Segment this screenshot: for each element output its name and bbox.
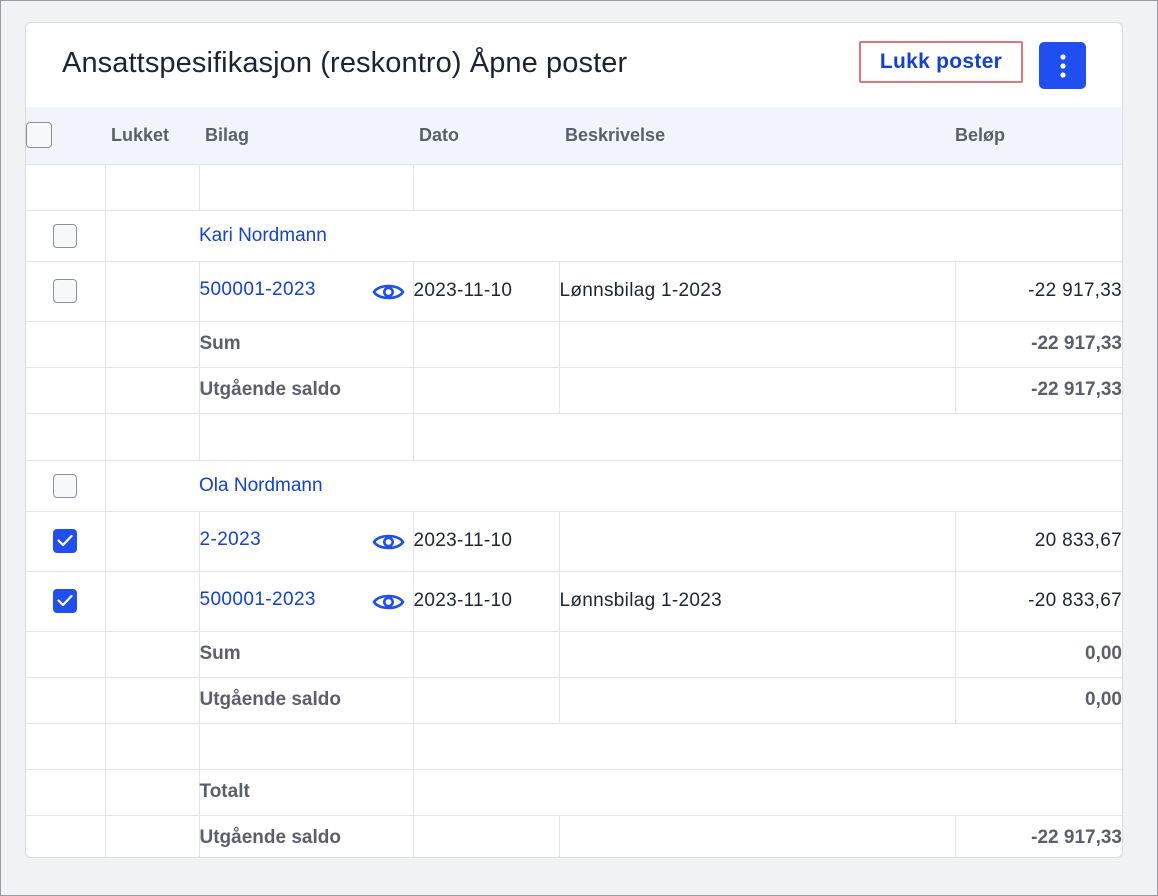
column-header-date[interactable]: Dato [413,107,559,165]
entry-description: Lønnsbilag 1-2023 [559,590,722,611]
table-header-row: Lukket Bilag Dato Beskrivelse Beløp [26,107,1122,165]
spacer-row [26,413,1122,461]
balance-row: Utgående saldo -22 917,33 [26,367,1122,414]
column-header-amount[interactable]: Beløp [955,107,1122,165]
entry-row: 500001-2023 2023-11-10 Lønnsbilag 1-2023… [26,261,1122,322]
sum-value: 0,00 [1085,643,1122,664]
voucher-link[interactable]: 500001-2023 [200,279,316,300]
checkmark-icon [57,594,73,607]
entry-checkbox-checked[interactable] [53,529,78,553]
balance-row: Utgående saldo 0,00 [26,677,1122,724]
total-label: Totalt [199,781,250,802]
sum-label: Sum [199,333,241,354]
employee-link-ola[interactable]: Ola Nordmann [199,475,323,496]
entry-date: 2023-11-10 [413,280,513,301]
group-row-ola: Ola Nordmann [26,460,1122,512]
page-title: Ansattspesifikasjon (reskontro) Åpne pos… [62,47,628,79]
eye-icon[interactable] [371,591,405,613]
sum-label: Sum [199,643,241,664]
entry-amount: 20 833,67 [1034,530,1122,551]
eye-icon[interactable] [371,531,405,553]
kebab-vertical-icon [1059,53,1066,78]
balance-label: Utgående saldo [199,689,341,710]
card-header: Ansattspesifikasjon (reskontro) Åpne pos… [26,23,1122,107]
spacer-row [26,164,1122,211]
balance-value: 0,00 [1085,689,1122,710]
group-checkbox-kari[interactable] [53,223,78,248]
entry-checkbox[interactable] [53,279,78,303]
total-balance-label: Utgående saldo [199,827,341,848]
sum-value: -22 917,33 [1031,333,1122,354]
column-header-description[interactable]: Beskrivelse [559,107,955,165]
sum-row: Sum 0,00 [26,631,1122,678]
group-checkbox-ola[interactable] [53,473,78,498]
employee-link-kari[interactable]: Kari Nordmann [199,225,327,246]
entry-row: 2-2023 2023-11-10 20 833,67 [26,511,1122,572]
balance-label: Utgående saldo [199,379,341,400]
entry-date: 2023-11-10 [413,530,513,551]
entry-amount: -22 917,33 [1028,280,1122,301]
select-all-cell [26,107,105,165]
checkmark-icon [57,534,73,547]
column-header-closed[interactable]: Lukket [105,107,199,165]
spacer-row [26,723,1122,770]
open-entries-card: Ansattspesifikasjon (reskontro) Åpne pos… [25,22,1123,858]
select-all-checkbox[interactable] [26,122,52,149]
entry-row: 500001-2023 2023-11-10 Lønnsbilag 1-2023… [26,571,1122,632]
total-balance-row: Utgående saldo -22 917,33 [26,815,1122,857]
entry-date: 2023-11-10 [413,590,513,611]
voucher-link[interactable]: 2-2023 [200,529,262,550]
entry-checkbox-checked[interactable] [53,589,78,613]
entry-amount: -20 833,67 [1028,590,1122,611]
balance-value: -22 917,33 [1031,379,1122,400]
entries-table: Lukket Bilag Dato Beskrivelse Beløp Kari… [26,107,1122,857]
eye-icon[interactable] [371,281,405,303]
sum-row: Sum -22 917,33 [26,321,1122,368]
total-balance-value: -22 917,33 [1031,827,1122,848]
voucher-link[interactable]: 500001-2023 [200,589,316,610]
more-options-button[interactable] [1039,42,1086,89]
entry-description: Lønnsbilag 1-2023 [559,280,722,301]
total-row: Totalt [26,769,1122,816]
column-header-voucher[interactable]: Bilag [199,107,413,165]
close-entries-button[interactable]: Lukk poster [859,41,1023,83]
group-row-kari: Kari Nordmann [26,210,1122,262]
